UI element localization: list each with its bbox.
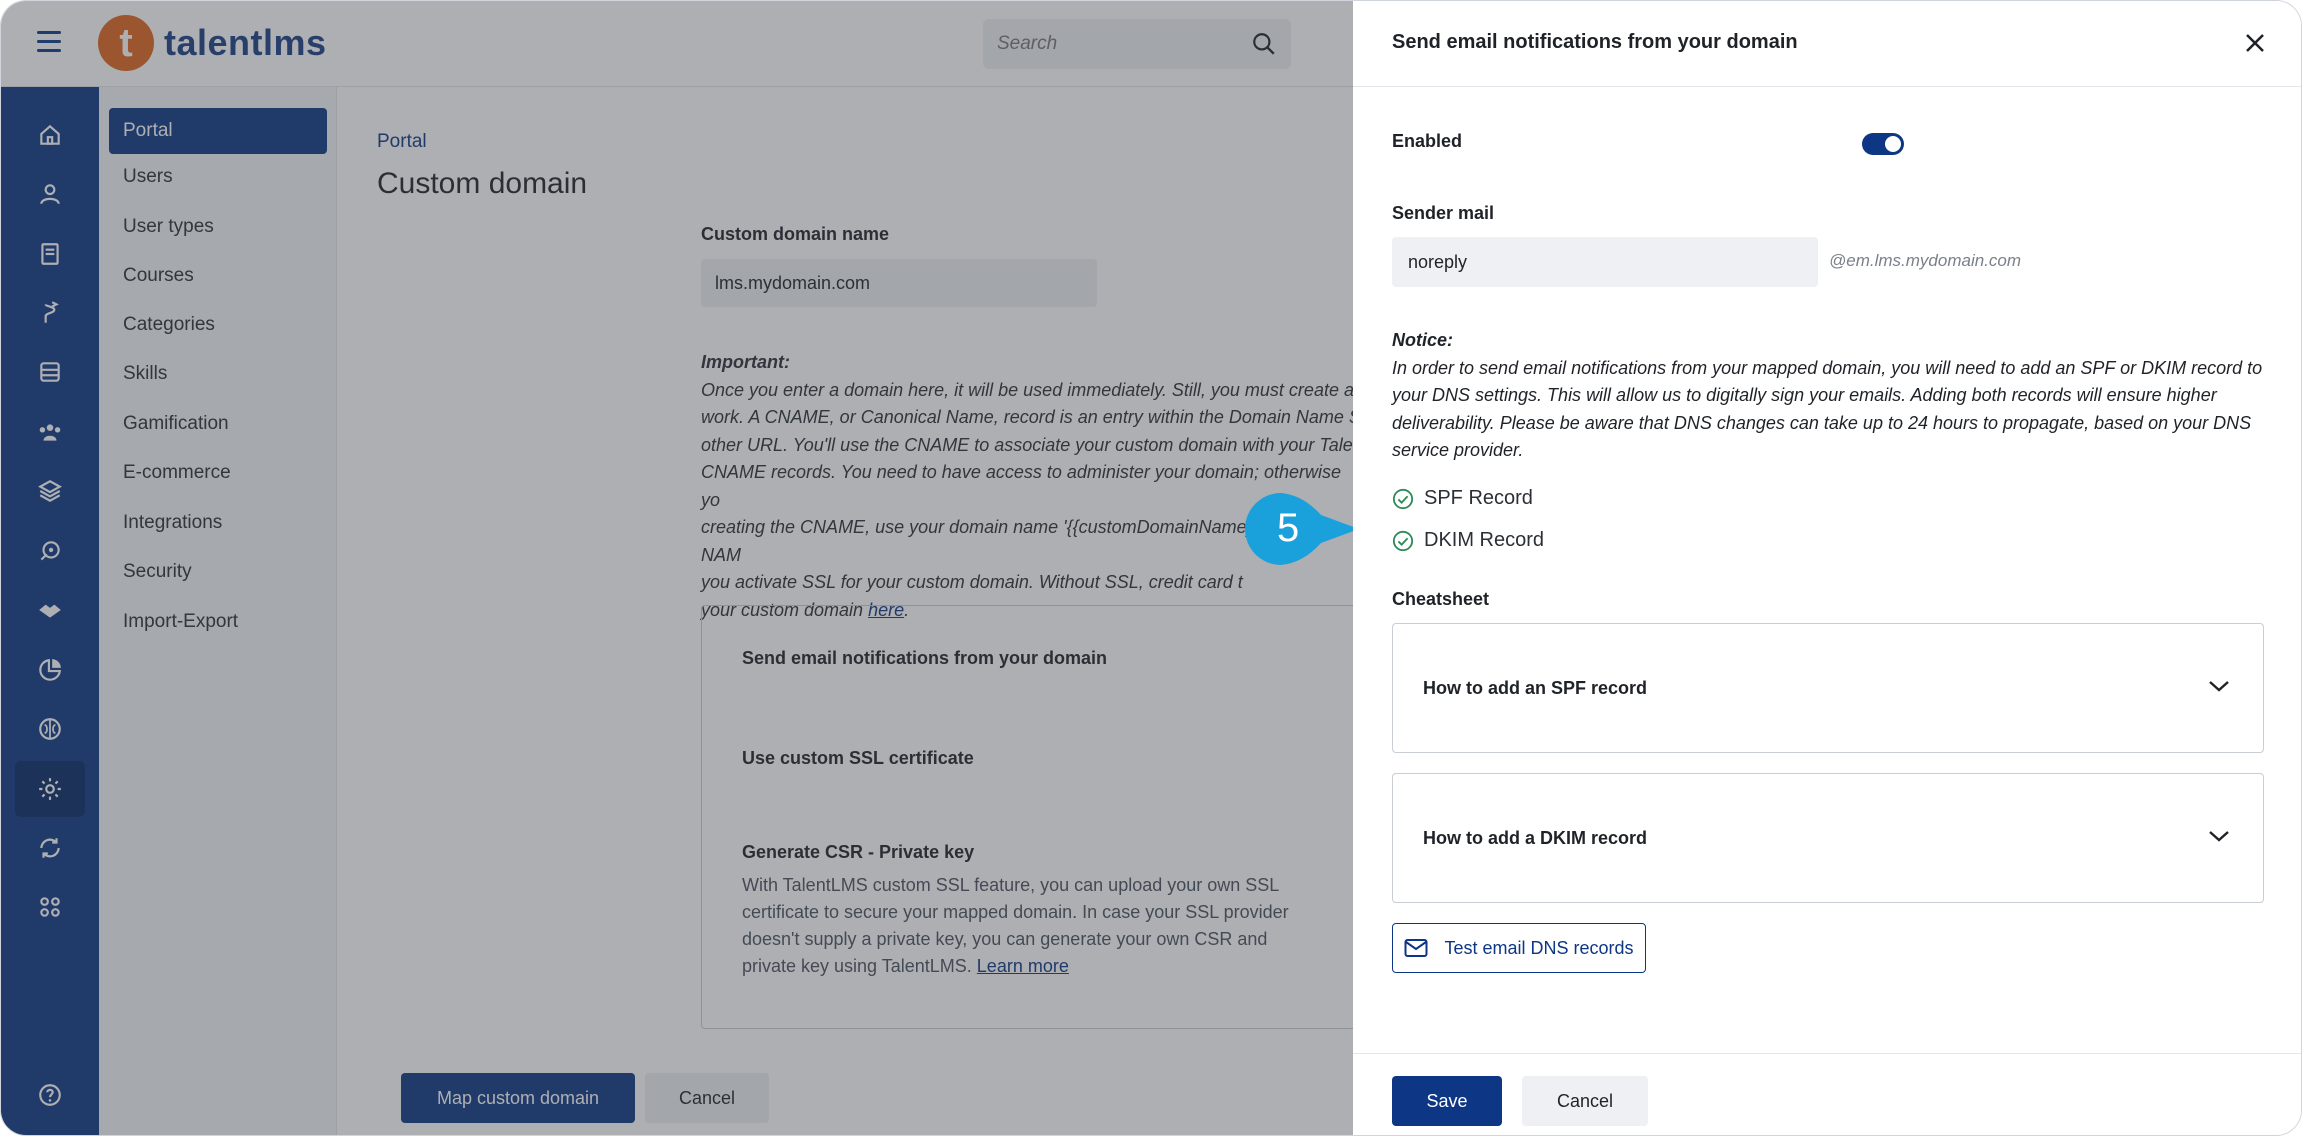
sender-suffix: @em.lms.mydomain.com [1829,251,2022,270]
dkim-record-status: DKIM Record [1392,529,1544,552]
check-circle-icon [1392,488,1414,509]
mail-icon [1404,939,1428,957]
drawer-footer: Save Cancel [1353,1053,2301,1135]
enabled-toggle[interactable] [1862,133,1904,155]
check-circle-icon [1392,530,1414,551]
spf-accordion[interactable]: How to add an SPF record [1392,623,2264,753]
notice: Notice: In order to send email notificat… [1392,327,2268,465]
test-dns-label: Test email DNS records [1444,937,1634,958]
close-icon[interactable] [2243,31,2267,55]
email-settings-drawer: Send email notifications from your domai… [1353,1,2301,1135]
notice-title: Notice: [1392,330,1454,350]
chevron-down-icon[interactable] [2207,824,2231,848]
record-label: DKIM Record [1424,529,1545,551]
step-callout: 5 [1245,493,1359,565]
chevron-down-icon[interactable] [2207,674,2231,698]
drawer-title: Send email notifications from your domai… [1392,31,1798,53]
save-button[interactable]: Save [1392,1076,1502,1126]
sender-input[interactable] [1392,237,1818,287]
accordion-label: How to add a DKIM record [1423,828,1648,848]
modal-overlay[interactable] [1,1,1353,1135]
cheatsheet-label: Cheatsheet [1392,589,1490,609]
drawer-cancel-button[interactable]: Cancel [1522,1076,1648,1126]
spf-record-status: SPF Record [1392,487,1533,510]
notice-text: In order to send email notifications fro… [1392,357,2263,461]
dkim-accordion[interactable]: How to add a DKIM record [1392,773,2264,903]
callout-number: 5 [1277,506,1299,550]
sender-label: Sender mail [1392,203,1495,223]
accordion-label: How to add an SPF record [1423,678,1648,698]
app-window: t talentlms Portal Users User types Cour… [0,0,2302,1136]
test-dns-button[interactable]: Test email DNS records [1392,923,1646,973]
enabled-label: Enabled [1392,131,1463,151]
record-label: SPF Record [1424,487,1533,509]
drawer-header: Send email notifications from your domai… [1353,1,2301,87]
